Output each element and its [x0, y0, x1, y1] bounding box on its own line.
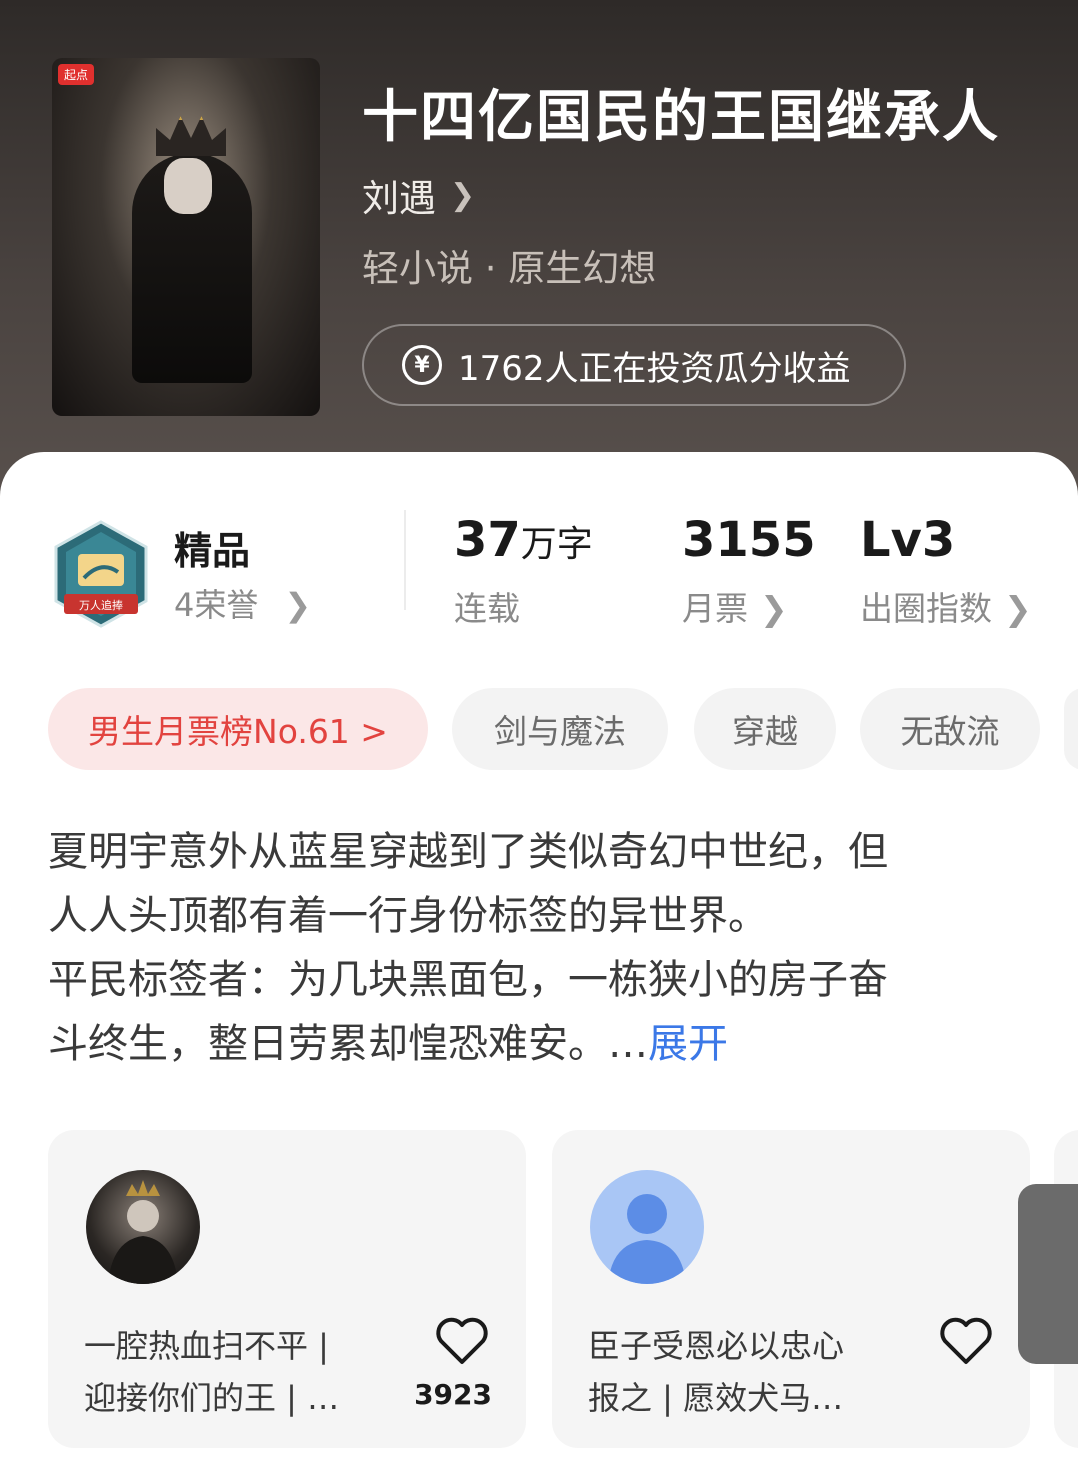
word-count: 37万字: [454, 512, 593, 568]
chevron-right-icon: ❯: [760, 589, 788, 628]
invest-label: 1762人正在投资瓜分收益: [458, 348, 851, 389]
yen-circle-icon: ¥: [402, 345, 442, 385]
chevron-right-icon: ❯: [450, 177, 476, 213]
author-name: 刘遇: [362, 177, 436, 220]
influence-level: Lv3: [860, 512, 956, 568]
cover-badge: 起点: [58, 64, 95, 85]
avatar-image: [108, 1180, 178, 1284]
honor-count: 4荣誉: [174, 586, 259, 624]
heart-icon[interactable]: [938, 1316, 994, 1366]
chevron-right-icon: ❯: [1004, 589, 1032, 628]
book-title: 十四亿国民的王国继承人: [362, 84, 1000, 150]
description-line: 平民标签者：为几块黑面包，一栋狭小的房子奋: [48, 957, 888, 1003]
avatar[interactable]: [590, 1170, 704, 1284]
avatar[interactable]: [86, 1170, 200, 1284]
default-avatar-icon: [608, 1194, 686, 1284]
book-genre: 轻小说 · 原生幻想: [362, 247, 657, 290]
honor-medal-icon[interactable]: 万人追捧: [52, 520, 150, 628]
invest-button[interactable]: ¥ 1762人正在投资瓜分收益: [362, 324, 906, 406]
monthly-votes-link[interactable]: 月票 ❯: [682, 582, 788, 630]
tag-partial[interactable]: [1064, 688, 1078, 770]
floating-side-button[interactable]: [1018, 1184, 1078, 1364]
tag-invincible[interactable]: 无敌流: [860, 688, 1040, 770]
like-count: 3923: [414, 1378, 492, 1411]
honor-title: 精品: [174, 529, 251, 573]
description-line: 斗终生，整日劳累却惶恐难安。…: [48, 1021, 648, 1067]
chevron-right-icon: ❯: [284, 586, 312, 624]
author-link[interactable]: 刘遇 ❯: [362, 168, 475, 222]
cover-face: [164, 158, 212, 214]
review-text: 一腔热血扫不平 | 迎接你们的王 | …: [84, 1327, 340, 1417]
description-line: 夏明宇意外从蓝星穿越到了类似奇幻中世纪，但: [48, 829, 888, 875]
review-card[interactable]: 臣子受恩必以忠心 报之 | 愿效犬马…: [552, 1130, 1030, 1448]
stats-divider: [404, 510, 406, 610]
rank-tag[interactable]: 男生月票榜No.61 >: [48, 688, 428, 770]
monthly-votes-count: 3155: [682, 512, 816, 568]
book-description[interactable]: 夏明宇意外从蓝星穿越到了类似奇幻中世纪，但 人人头顶都有着一行身份标签的异世界。…: [48, 820, 1008, 1076]
description-line: 人人头顶都有着一行身份标签的异世界。: [48, 893, 768, 939]
crown-icon: [156, 116, 226, 156]
book-cover[interactable]: 起点: [52, 58, 320, 416]
review-card[interactable]: 一腔热血扫不平 | 迎接你们的王 | … 3923: [48, 1130, 526, 1448]
influence-index-link[interactable]: 出圈指数 ❯: [860, 582, 1032, 630]
heart-icon[interactable]: [434, 1316, 490, 1366]
expand-link[interactable]: 展开: [648, 1021, 728, 1067]
tag-time-travel[interactable]: 穿越: [694, 688, 836, 770]
review-text: 臣子受恩必以忠心 报之 | 愿效犬马…: [588, 1327, 845, 1417]
tag-sword-magic[interactable]: 剑与魔法: [452, 688, 668, 770]
honor-link[interactable]: 4荣誉 ❯: [174, 580, 311, 626]
medal-label: 万人追捧: [79, 598, 123, 612]
serial-status: 连载: [454, 589, 520, 628]
